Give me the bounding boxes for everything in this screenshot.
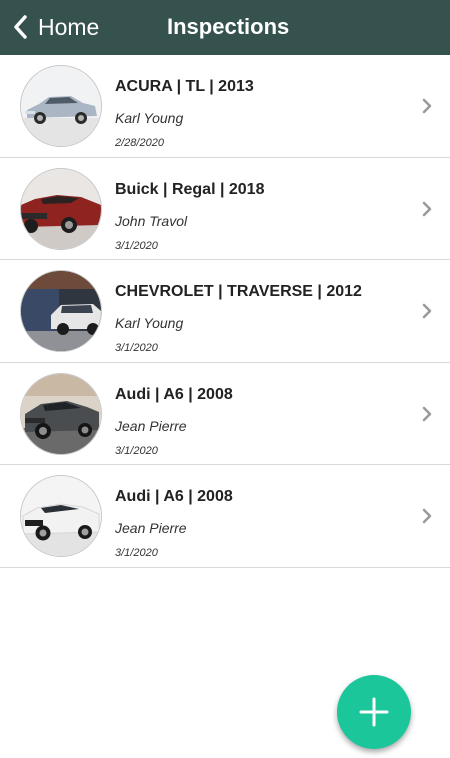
car-thumbnail: [20, 167, 102, 250]
chevron-left-icon: [12, 14, 28, 40]
inspection-item[interactable]: ACURA | TL | 2013 Karl Young 2/28/2020: [0, 55, 450, 158]
inspection-date: 3/1/2020: [115, 547, 158, 560]
vehicle-title: ACURA | TL | 2013: [115, 78, 254, 95]
add-inspection-button[interactable]: [337, 675, 411, 749]
inspection-date: 3/1/2020: [115, 239, 158, 252]
inspection-date: 2/28/2020: [115, 137, 164, 149]
back-button[interactable]: Home: [12, 9, 99, 45]
inspection-item[interactable]: Audi | A6 | 2008 Jean Pierre 3/1/2020: [0, 465, 450, 568]
chevron-right-icon: [420, 405, 434, 423]
car-thumbnail: [20, 270, 102, 353]
inspection-item[interactable]: Audi | A6 | 2008 Jean Pierre 3/1/2020: [0, 363, 450, 466]
vehicle-title: CHEVROLET | TRAVERSE | 2012: [115, 283, 362, 301]
inspector-name: John Travol: [115, 212, 188, 229]
navbar: Home Inspections: [0, 0, 450, 55]
inspector-name: Jean Pierre: [115, 520, 187, 537]
inspector-name: Karl Young: [115, 110, 184, 126]
car-thumbnail: [20, 65, 102, 147]
vehicle-title: Audi | A6 | 2008: [115, 488, 233, 506]
vehicle-title: Buick | Regal | 2018: [115, 180, 265, 198]
car-thumbnail: [20, 372, 102, 455]
inspection-date: 3/1/2020: [115, 444, 158, 457]
chevron-right-icon: [420, 507, 434, 525]
car-thumbnail: [20, 475, 102, 558]
vehicle-title: Audi | A6 | 2008: [115, 385, 233, 403]
back-label: Home: [38, 14, 100, 40]
plus-icon: [357, 695, 391, 729]
chevron-right-icon: [420, 97, 434, 115]
inspections-screen: Home Inspections ACURA | TL | 2013 Karl …: [0, 0, 450, 758]
chevron-right-icon: [420, 302, 434, 320]
inspector-name: Jean Pierre: [115, 417, 187, 434]
inspector-name: Karl Young: [115, 315, 184, 332]
inspection-list: ACURA | TL | 2013 Karl Young 2/28/2020 B…: [0, 55, 450, 568]
inspection-item[interactable]: CHEVROLET | TRAVERSE | 2012 Karl Young 3…: [0, 260, 450, 363]
inspection-date: 3/1/2020: [115, 342, 158, 355]
inspection-item[interactable]: Buick | Regal | 2018 John Travol 3/1/202…: [0, 158, 450, 261]
page-title: Inspections: [167, 14, 290, 39]
chevron-right-icon: [420, 200, 434, 218]
